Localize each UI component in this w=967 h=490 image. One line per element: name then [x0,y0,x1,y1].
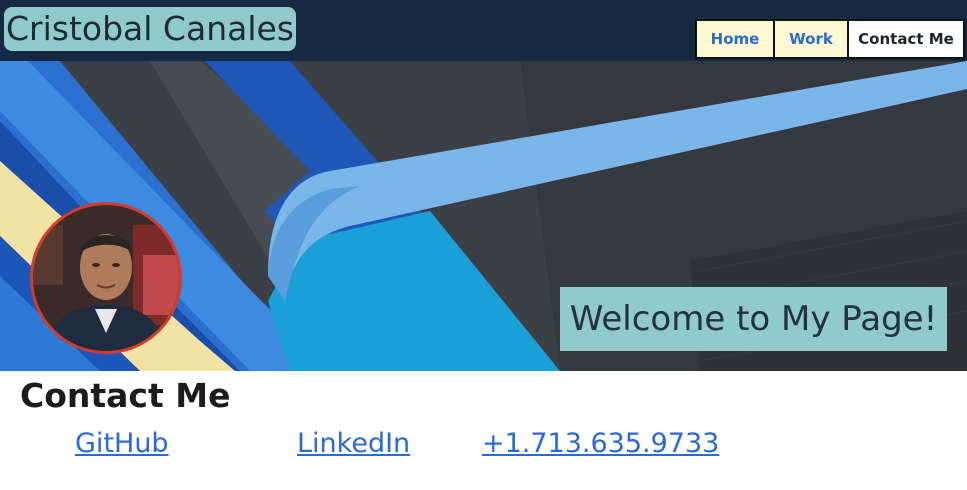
nav-contact-me[interactable]: Contact Me [849,19,965,59]
main-nav: Home Work Contact Me [695,19,965,59]
welcome-banner: Welcome to My Page! [560,287,947,351]
phone-link[interactable]: +1.713.635.9733 [482,424,719,464]
contact-links: GitHub LinkedIn +1.713.635.9733 [0,424,967,464]
linkedin-link[interactable]: LinkedIn [297,424,410,464]
github-link[interactable]: GitHub [75,424,169,464]
nav-home[interactable]: Home [695,19,775,59]
site-title: Cristobal Canales [4,7,296,51]
top-bar: Cristobal Canales Home Work Contact Me [0,0,967,61]
nav-work[interactable]: Work [775,19,849,59]
profile-photo [33,205,179,351]
hero-banner: Welcome to My Page! [0,61,967,371]
profile-avatar [30,202,182,354]
section-title: Contact Me [20,376,231,415]
